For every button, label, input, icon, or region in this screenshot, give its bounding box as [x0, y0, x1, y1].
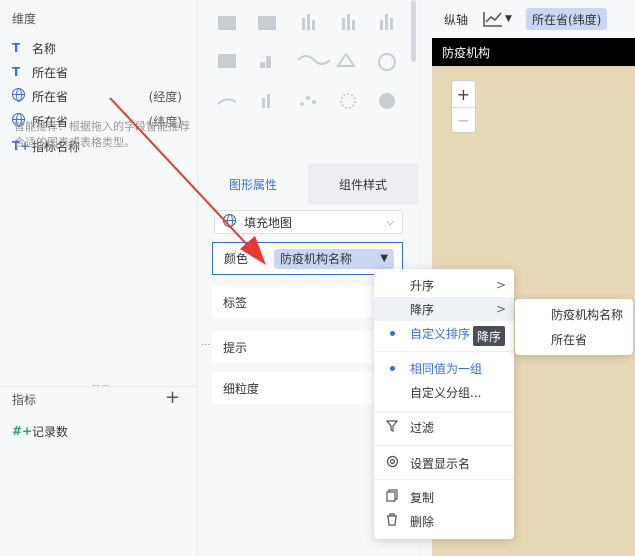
map-zoom-control: + −	[451, 80, 476, 133]
submenu-item-province[interactable]: 所在省	[551, 331, 587, 348]
tab-component-style[interactable]: 组件样式	[308, 163, 418, 205]
menu-separator	[374, 351, 514, 352]
y-axis-label: 纵轴	[444, 12, 469, 27]
copy-icon	[384, 489, 400, 505]
menu-item-label: 复制	[410, 490, 435, 505]
chart-style-dropdown[interactable]: ▼	[482, 10, 512, 28]
sort-desc-submenu: 防疫机构名称 所在省	[515, 299, 633, 355]
chart-type-scatter-geo-icon	[378, 53, 396, 71]
dimensions-title: 维度	[12, 12, 37, 26]
text-type-icon: T	[12, 65, 21, 79]
text-type-icon: T	[12, 41, 21, 55]
granularity-property-box[interactable]: 细粒度	[212, 372, 374, 404]
field-label: 记录数	[32, 424, 69, 439]
menu-item-label: 过滤	[410, 420, 435, 435]
globe-icon	[12, 88, 32, 104]
chart-type-stacked-bar-icon	[302, 14, 315, 30]
chart-type-value: 填充地图	[244, 215, 293, 230]
menu-item-copy[interactable]: 复制	[374, 485, 514, 509]
trash-icon	[384, 513, 400, 529]
color-label: 颜色	[224, 252, 249, 266]
field-suffix: (经度)	[148, 89, 182, 104]
menu-separator	[374, 479, 514, 480]
selected-dot-icon	[390, 330, 395, 336]
color-field-pill[interactable]: 防疫机构名称 ▼	[274, 248, 395, 269]
menu-item-label: 自定义排序	[410, 326, 471, 341]
tooltip-property-label: 提示	[223, 340, 248, 355]
tooltip-property-box[interactable]: 提示	[212, 331, 374, 363]
dimension-field-province[interactable]: T 所在省	[12, 62, 182, 82]
chevron-right-icon: >	[495, 278, 506, 292]
menu-item-sort-asc[interactable]: 升序 >	[374, 273, 514, 297]
label-property-box[interactable]: 标签	[212, 286, 374, 318]
menu-separator	[374, 411, 514, 412]
menu-item-group-same-values[interactable]: 相同值为一组	[374, 356, 514, 380]
context-menu: 升序 > 降序 > 自定义排序 相同值为一组 自定义分组... 过滤 设置显示名…	[374, 269, 514, 539]
map-globe-icon	[223, 214, 236, 230]
number-calc-icon: #+	[12, 424, 33, 438]
menu-item-label: 升序	[410, 278, 435, 293]
tab-graphic-properties[interactable]: 图形属性	[198, 163, 308, 205]
field-label: 名称	[32, 41, 57, 56]
chart-type-grid-icon	[218, 54, 236, 68]
chart-type-bar2-icon	[262, 94, 270, 108]
menu-item-delete[interactable]: 删除	[374, 509, 514, 533]
chart-type-heatmap-icon	[258, 16, 276, 30]
menu-item-filter[interactable]: 过滤	[374, 415, 514, 439]
caret-down-icon: ▼	[505, 14, 512, 24]
menu-item-sort-desc[interactable]: 降序 >	[374, 297, 514, 321]
gear-icon	[384, 455, 400, 471]
filter-icon	[384, 419, 400, 435]
panel-splitter-handle[interactable]: ⋮	[200, 340, 210, 349]
chart-type-table-icon	[218, 16, 236, 30]
property-tabs: 图形属性 组件样式	[198, 163, 418, 205]
chart-type-line-icon	[297, 55, 331, 65]
chart-type-select[interactable]: 填充地图 ⌵	[214, 210, 403, 234]
menu-separator	[374, 445, 514, 446]
chevron-right-icon: >	[495, 302, 506, 316]
chevron-down-icon: ⌵	[386, 216, 394, 228]
chart-type-step-icon	[260, 56, 271, 68]
measures-title: 指标	[12, 393, 37, 407]
hover-tooltip: 降序	[473, 326, 506, 346]
chart-type-area-icon	[217, 98, 237, 105]
menu-item-display-name[interactable]: 设置显示名	[374, 451, 514, 475]
zoom-out-button[interactable]: −	[452, 107, 475, 133]
label-property-label: 标签	[223, 295, 248, 310]
menu-item-custom-group[interactable]: 自定义分组...	[374, 380, 514, 404]
axis-bar: 纵轴 ▼ 所在省(纬度)	[432, 0, 635, 38]
y-axis-field-pill[interactable]: 所在省(纬度)	[525, 8, 608, 30]
chart-type-dots-icon	[300, 96, 316, 106]
submenu-item-agency-name[interactable]: 防疫机构名称	[551, 306, 623, 323]
zoom-in-button[interactable]: +	[452, 81, 475, 107]
menu-item-label: 相同值为一组	[410, 361, 483, 376]
color-field-name: 防疫机构名称	[280, 252, 353, 266]
chart-type-column-icon	[380, 14, 393, 30]
chart-type-radar-icon	[336, 52, 356, 67]
menu-item-label: 删除	[410, 514, 435, 529]
line-chart-icon	[483, 12, 503, 27]
dimension-field-province-lng[interactable]: 所在省 (经度)	[12, 86, 182, 106]
chart-type-gallery	[217, 14, 396, 109]
smart-recommend-text: 智能推荐：根据拖入的字段智能推荐合适的图表或表格类型。	[14, 120, 190, 149]
add-measure-button[interactable]: +	[165, 387, 180, 408]
selected-dot-icon	[390, 365, 395, 371]
granularity-property-label: 细粒度	[223, 381, 260, 396]
gallery-scrollbar[interactable]	[411, 0, 416, 62]
map-title: 防疫机构	[432, 38, 635, 66]
chart-type-bubble-icon	[340, 93, 356, 109]
field-label: 所在省	[32, 65, 69, 80]
dimension-field-name[interactable]: T 名称	[12, 38, 182, 58]
field-label: 所在省	[32, 89, 69, 104]
fields-panel	[0, 0, 198, 556]
measure-field-record-count[interactable]: #+ 记录数	[12, 421, 182, 441]
menu-item-label: 设置显示名	[410, 456, 471, 471]
caret-down-icon[interactable]: ▼	[380, 253, 388, 264]
menu-item-label: 降序	[410, 302, 435, 317]
menu-item-label: 自定义分组...	[410, 385, 482, 400]
chart-type-pie-icon	[379, 93, 395, 109]
chart-type-bar-icon	[342, 14, 355, 30]
